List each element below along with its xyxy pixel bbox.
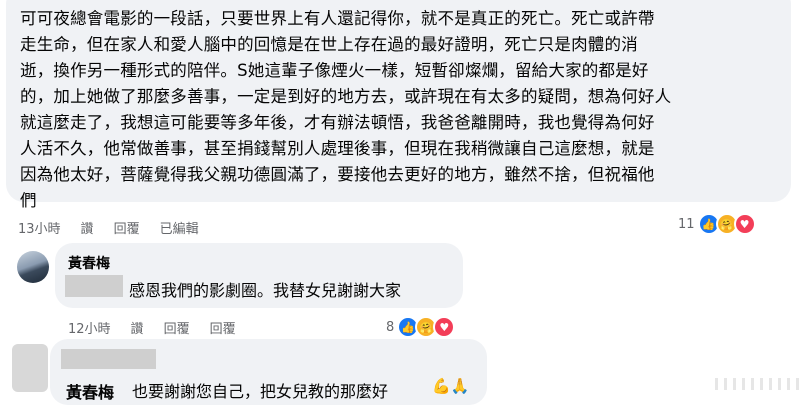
comment-meta-2: 12小時 讚 回覆 回覆 bbox=[68, 318, 256, 337]
timestamp[interactable]: 12小時 bbox=[68, 318, 111, 337]
redacted-mention bbox=[65, 275, 123, 297]
reply-button[interactable]: 回覆 bbox=[210, 318, 236, 337]
redacted-author bbox=[61, 349, 156, 369]
emoji: 💪🙏 bbox=[432, 377, 470, 395]
author-name[interactable]: 黃春梅 bbox=[68, 253, 110, 273]
comment-bubble-2: 黃春梅 感恩我們的影劇圈。我替女兒謝謝大家 bbox=[55, 243, 463, 308]
watermark-marks bbox=[715, 378, 799, 390]
comment-bubble-1: 可可夜總會電影的一段話，只要世界上有人還記得你，就不是真正的死亡。死亡或許帶 走生… bbox=[6, 0, 791, 210]
reaction-count: 11 bbox=[678, 216, 695, 232]
comment-bubble-3: 黃春梅 也要謝謝您自己，把女兒教的那麼好 💪🙏 bbox=[50, 339, 487, 405]
comment-line: 就這麼走了，我想這可能要等多年後，才有辦法頓悟，我爸爸離開時，我也覺得為何好 bbox=[20, 113, 655, 132]
comment-line: 人活不久，他常做善事，甚至捐錢幫別人處理後事，但現在我稍微讓自己這麼想，就是 bbox=[20, 139, 655, 158]
comment-line: 因為他太好，菩薩覺得我父親功德圓滿了，要接他去更好的地方，雖然不捨，但祝福他 bbox=[20, 165, 655, 184]
reaction-summary-2[interactable]: 8 👍 🤗 ♥ bbox=[386, 316, 456, 338]
comment-line: 的，加上她做了那麼多善事，一定是到好的地方去，或許現在有太多的疑問，想為何好人 bbox=[20, 87, 672, 106]
reaction-count: 8 bbox=[386, 319, 395, 335]
edited-label: 已編輯 bbox=[159, 222, 199, 237]
reply-button[interactable]: 回覆 bbox=[114, 218, 140, 237]
like-button[interactable]: 讚 bbox=[131, 318, 144, 337]
reaction-summary-1[interactable]: 11 👍 🤗 ♥ bbox=[678, 213, 756, 235]
comment-line: 可可夜總會電影的一段話，只要世界上有人還記得你，就不是真正的死亡。死亡或許帶 bbox=[20, 9, 655, 28]
comment-text: 也要謝謝您自己，把女兒教的那麼好 bbox=[132, 382, 389, 401]
love-reaction-icon: ♥ bbox=[733, 213, 756, 235]
comment-text: 可可夜總會電影的一段話，只要世界上有人還記得你，就不是真正的死亡。死亡或許帶 走生… bbox=[20, 6, 777, 214]
avatar[interactable] bbox=[17, 251, 49, 283]
comment-line: 們 bbox=[20, 191, 37, 210]
comment-text: 感恩我們的影劇圈。我替女兒謝謝大家 bbox=[129, 281, 402, 300]
mention-name[interactable]: 黃春梅 bbox=[66, 379, 114, 403]
comment-line: 逝，換作另一種形式的陪伴。S她這輩子像煙火一樣，短暫卻燦爛，留給大家的都是好 bbox=[20, 61, 649, 80]
comment-line: 走生命，但在家人和愛人腦中的回憶是在世上存在過的最好證明，死亡只是肉體的消 bbox=[20, 35, 638, 54]
like-button[interactable]: 讚 bbox=[81, 218, 94, 237]
love-reaction-icon: ♥ bbox=[433, 316, 456, 338]
reply-button[interactable]: 回覆 bbox=[164, 318, 190, 337]
timestamp[interactable]: 13小時 bbox=[18, 218, 61, 237]
comment-meta-1: 13小時 讚 回覆 已編輯 bbox=[18, 218, 219, 237]
avatar[interactable] bbox=[12, 344, 48, 392]
